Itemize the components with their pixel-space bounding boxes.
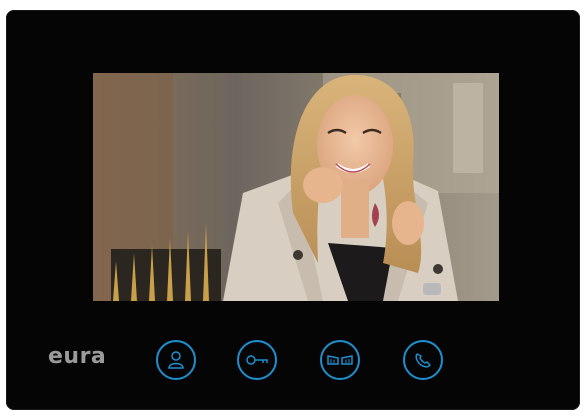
camera-feed-screen bbox=[93, 73, 499, 301]
gate-open-icon bbox=[327, 355, 353, 365]
unlock-door-button[interactable] bbox=[237, 340, 277, 380]
call-button[interactable] bbox=[403, 340, 443, 380]
key-unlock-icon bbox=[246, 355, 268, 365]
visitor-camera-image bbox=[93, 73, 499, 301]
open-gate-button[interactable] bbox=[320, 340, 360, 380]
monitor-button[interactable] bbox=[156, 340, 196, 380]
eura-logo: eura bbox=[48, 344, 107, 369]
video-intercom-monitor: eura bbox=[6, 10, 580, 410]
person-monitor-icon bbox=[168, 351, 184, 369]
handset-call-icon bbox=[415, 353, 431, 368]
